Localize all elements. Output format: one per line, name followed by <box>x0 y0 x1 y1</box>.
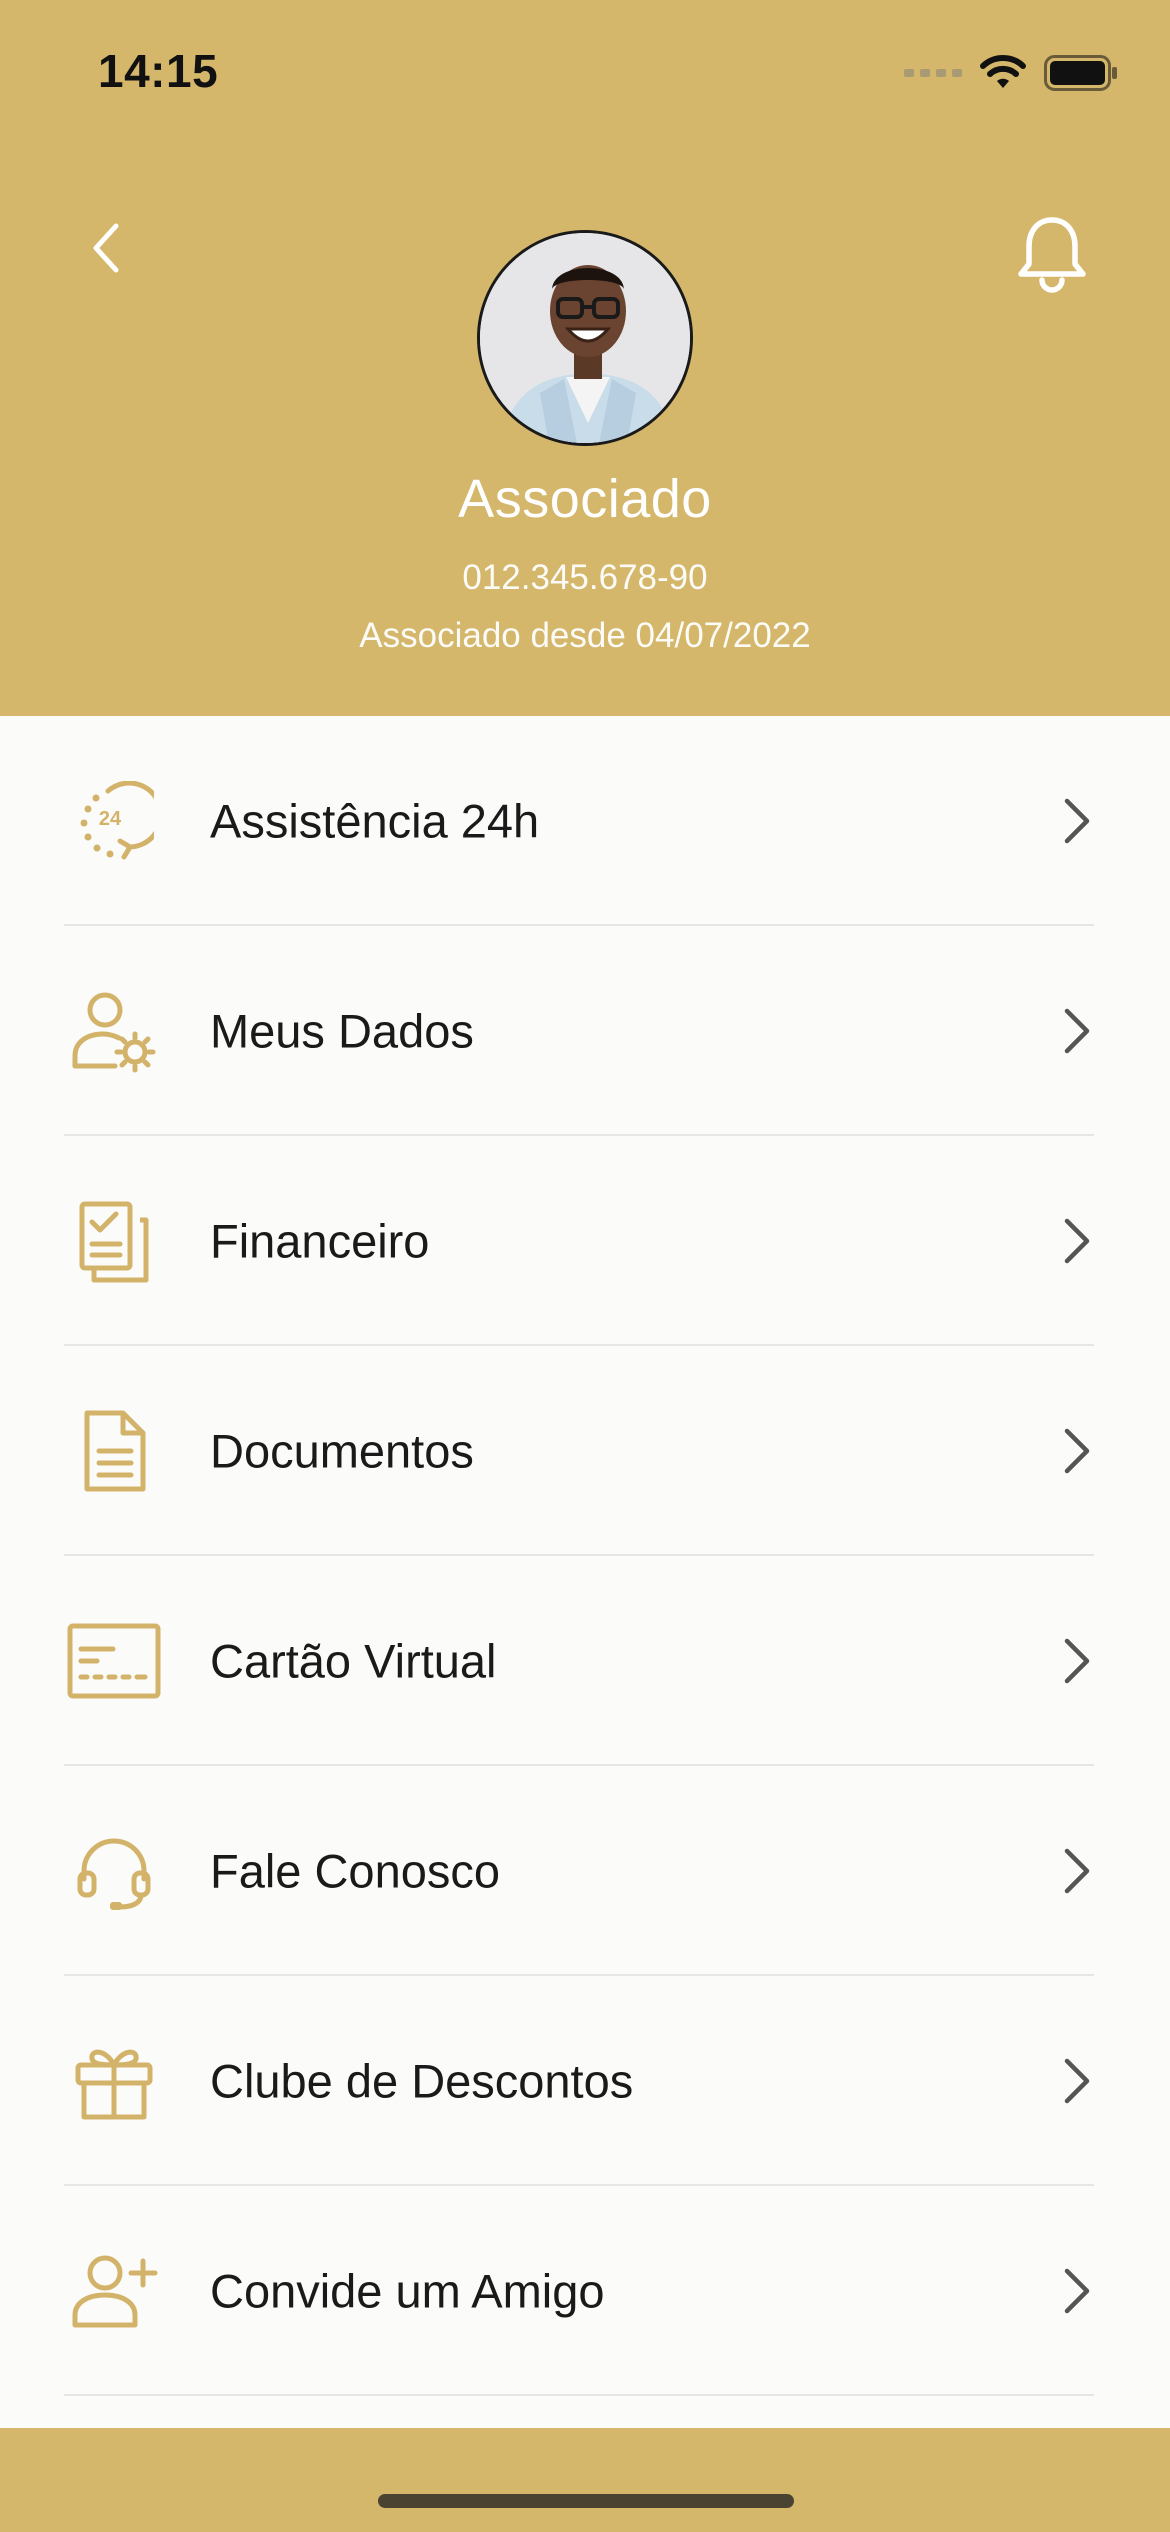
member-since: Associado desde 04/07/2022 <box>359 616 811 655</box>
profile-cpf: 012.345.678-90 <box>462 558 708 597</box>
status-time: 14:15 <box>98 45 219 97</box>
home-indicator[interactable] <box>378 2494 794 2508</box>
profile-header: 14:15 Associado 012.345.678-90 Associado… <box>0 0 1170 716</box>
profile-name: Associado <box>458 469 712 529</box>
battery-icon <box>1044 55 1118 91</box>
chevron-right-icon <box>1056 1423 1096 1479</box>
menu-item-label: Assistência 24h <box>210 794 540 848</box>
add-user-icon <box>64 2241 164 2341</box>
footer-bar <box>0 2428 1170 2532</box>
menu-item-label: Documentos <box>210 1424 474 1478</box>
avatar[interactable] <box>477 230 693 446</box>
chevron-right-icon <box>1056 793 1096 849</box>
financial-documents-icon <box>64 1191 164 1291</box>
notifications-button[interactable] <box>1010 208 1094 300</box>
menu-item-label: Convide um Amigo <box>210 2264 605 2318</box>
menu-item-cartao-virtual[interactable]: Cartão Virtual <box>0 1556 1170 1766</box>
document-icon <box>64 1401 164 1501</box>
bell-icon <box>1018 217 1086 293</box>
cellular-signal-icon <box>904 69 962 77</box>
menu-item-assistencia-24h[interactable]: 24 Assistência 24h <box>0 716 1170 926</box>
menu-item-label: Meus Dados <box>210 1004 474 1058</box>
menu-item-meus-dados[interactable]: Meus Dados <box>0 926 1170 1136</box>
menu-item-convide-um-amigo[interactable]: Convide um Amigo <box>0 2186 1170 2396</box>
chevron-right-icon <box>1056 2263 1096 2319</box>
wifi-icon <box>978 54 1028 92</box>
back-button[interactable] <box>76 208 136 288</box>
headset-icon <box>64 1821 164 1921</box>
status-indicators <box>904 54 1118 92</box>
chevron-left-icon <box>93 223 119 273</box>
chevron-right-icon <box>1056 1633 1096 1689</box>
chevron-right-icon <box>1056 1843 1096 1899</box>
profile-photo <box>480 233 690 443</box>
menu-list: 24 Assistência 24h Meus Dados Financeiro… <box>0 716 1170 2396</box>
menu-item-label: Clube de Descontos <box>210 2054 634 2108</box>
menu-item-fale-conosco[interactable]: Fale Conosco <box>0 1766 1170 1976</box>
chevron-right-icon <box>1056 2053 1096 2109</box>
assistance-24h-icon: 24 <box>64 771 164 871</box>
card-icon <box>64 1611 164 1711</box>
menu-item-label: Fale Conosco <box>210 1844 500 1898</box>
menu-item-label: Financeiro <box>210 1214 430 1268</box>
menu-item-financeiro[interactable]: Financeiro <box>0 1136 1170 1346</box>
menu-item-documentos[interactable]: Documentos <box>0 1346 1170 1556</box>
user-settings-icon <box>64 981 164 1081</box>
menu-item-clube-de-descontos[interactable]: Clube de Descontos <box>0 1976 1170 2186</box>
menu-item-label: Cartão Virtual <box>210 1634 497 1688</box>
chevron-right-icon <box>1056 1003 1096 1059</box>
svg-text:24: 24 <box>99 808 122 830</box>
gift-icon <box>64 2031 164 2131</box>
chevron-right-icon <box>1056 1213 1096 1269</box>
